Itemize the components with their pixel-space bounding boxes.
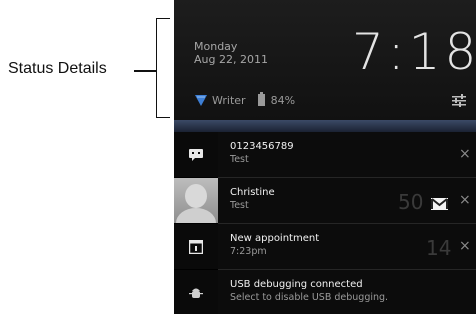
battery-icon	[257, 92, 265, 106]
settings-icon[interactable]	[452, 94, 466, 108]
clock: 7:18	[352, 23, 476, 81]
notification-title: USB debugging connected	[230, 279, 363, 290]
status-row: Writer 84%	[194, 92, 295, 108]
notification-email[interactable]: Christine Test 50 ×	[174, 178, 476, 223]
calendar-icon	[174, 224, 218, 269]
date-full: Aug 22, 2011	[194, 53, 268, 66]
header-separator	[174, 120, 476, 132]
notification-subtitle: 7:23pm	[230, 246, 267, 257]
notification-title: 0123456789	[230, 141, 294, 152]
wifi-icon	[195, 95, 207, 106]
callout-label: Status Details	[8, 60, 107, 77]
notification-usb-debugging[interactable]: USB debugging connected Select to disabl…	[174, 270, 476, 314]
notification-title: Christine	[230, 187, 275, 198]
date-day: Monday	[194, 40, 238, 53]
contact-avatar	[174, 178, 218, 223]
close-button[interactable]: ×	[459, 147, 471, 161]
sms-icon	[174, 132, 218, 177]
notification-count: 50	[398, 190, 424, 214]
callout-line	[134, 70, 156, 72]
battery-level: 84%	[270, 93, 296, 107]
close-button[interactable]: ×	[459, 193, 471, 207]
gmail-icon	[431, 198, 448, 210]
network-name: Writer	[212, 93, 246, 107]
close-button[interactable]: ×	[459, 239, 471, 253]
notification-count: 14	[426, 236, 452, 260]
notification-subtitle: Test	[230, 154, 249, 165]
notification-panel: Monday Aug 22, 2011 7:18 Writer 84% 0123…	[174, 0, 476, 314]
notification-sms[interactable]: 0123456789 Test ×	[174, 132, 476, 177]
status-details: Monday Aug 22, 2011 7:18 Writer 84%	[174, 0, 476, 120]
callout-bracket	[156, 18, 170, 118]
notification-title: New appointment	[230, 233, 320, 244]
notification-subtitle: Test	[230, 200, 249, 211]
notification-subtitle: Select to disable USB debugging.	[230, 292, 389, 303]
android-debug-icon	[174, 270, 218, 314]
notification-calendar[interactable]: New appointment 7:23pm 14 ×	[174, 224, 476, 269]
